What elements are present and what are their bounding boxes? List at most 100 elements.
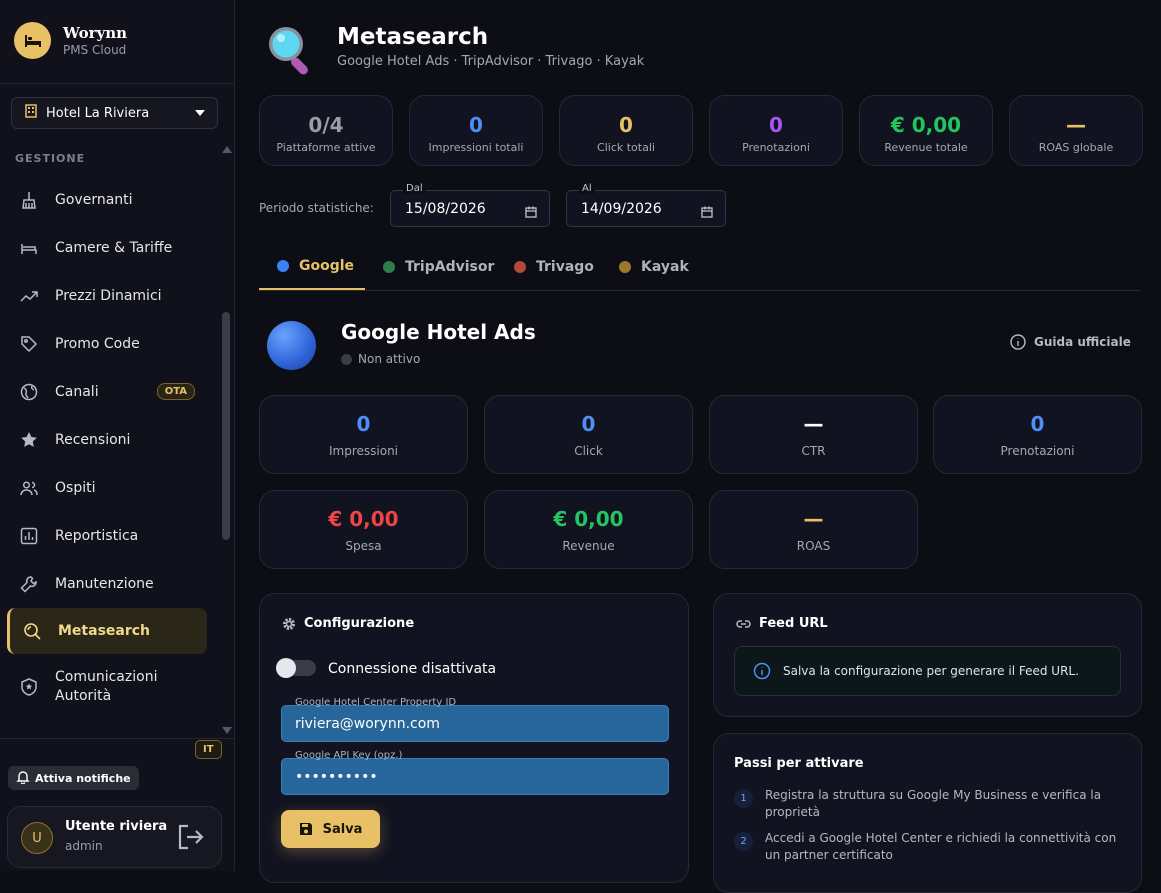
kpi-value: 0 bbox=[769, 113, 783, 137]
kpi-label: Prenotazioni bbox=[742, 141, 810, 154]
logout-icon[interactable] bbox=[176, 822, 206, 856]
sidebar-item-label: Reportistica bbox=[55, 528, 139, 544]
brand-subtitle: PMS Cloud bbox=[63, 42, 127, 57]
kpi-card: — ROAS globale bbox=[1009, 95, 1143, 166]
kpi-card: 0 Impressioni totali bbox=[409, 95, 543, 166]
date-to-value: 14/09/2026 bbox=[581, 201, 662, 217]
stat-card: 0 Click bbox=[484, 395, 693, 474]
tab-google[interactable]: Google bbox=[259, 244, 365, 290]
sidebar-item-promo-code[interactable]: Promo Code bbox=[0, 320, 215, 368]
kpi-card: 0 Prenotazioni bbox=[709, 95, 843, 166]
official-guide-link[interactable]: Guida ufficiale bbox=[1010, 334, 1131, 350]
kpi-label: Impressioni totali bbox=[428, 141, 524, 154]
scroll-up-arrow[interactable] bbox=[222, 146, 232, 153]
star-icon bbox=[20, 431, 38, 449]
sidebar-item-label: Ospiti bbox=[55, 480, 96, 496]
stat-value: 0 bbox=[581, 412, 596, 436]
kpi-label: Revenue totale bbox=[884, 141, 968, 154]
kpi-value: — bbox=[1066, 113, 1086, 137]
avatar[interactable]: U bbox=[21, 822, 53, 854]
connection-toggle[interactable] bbox=[276, 658, 316, 678]
main-content: Metasearch Google Hotel Ads · TripAdviso… bbox=[235, 0, 1161, 893]
config-card: Configurazione Connessione disattivata G… bbox=[259, 593, 689, 883]
info-icon bbox=[753, 662, 771, 680]
sidebar-item-ospiti[interactable]: Ospiti bbox=[0, 464, 215, 512]
trending-up-icon bbox=[20, 287, 38, 305]
date-from-value: 15/08/2026 bbox=[405, 201, 486, 217]
sidebar-item-label: Promo Code bbox=[55, 336, 140, 352]
feed-title: Feed URL bbox=[736, 616, 828, 631]
sidebar-item-reportistica[interactable]: Reportistica bbox=[0, 512, 215, 560]
bed-icon bbox=[20, 239, 38, 257]
calendar-icon[interactable] bbox=[525, 203, 537, 222]
page-subtitle: Google Hotel Ads · TripAdvisor · Trivago… bbox=[337, 54, 645, 69]
stat-card: € 0,00 Revenue bbox=[484, 490, 693, 569]
hotel-bed-icon bbox=[14, 22, 51, 59]
shield-icon bbox=[20, 678, 38, 696]
tripadvisor-dot-icon bbox=[383, 261, 395, 273]
stat-value: 0 bbox=[356, 412, 371, 436]
step-item: 2 Accedi a Google Hotel Center e richiedi… bbox=[734, 830, 1124, 864]
kpi-label: ROAS globale bbox=[1038, 141, 1114, 154]
wrench-icon bbox=[20, 575, 38, 593]
property-id-label: Google Hotel Center Property ID bbox=[295, 697, 457, 708]
property-id-field[interactable]: Google Hotel Center Property ID riviera@… bbox=[281, 697, 669, 742]
kpi-value: 0 bbox=[619, 113, 633, 137]
brand[interactable]: Worynn PMS Cloud bbox=[14, 22, 127, 59]
sidebar-item-manutenzione[interactable]: Manutenzione bbox=[0, 560, 215, 608]
chevron-down-icon bbox=[195, 110, 205, 116]
api-key-field[interactable]: Google API Key (opz.) •••••••••• bbox=[281, 750, 669, 795]
api-key-value: •••••••••• bbox=[295, 769, 378, 785]
magnifier-icon bbox=[265, 23, 319, 81]
hotel-select-value: Hotel La Riviera bbox=[46, 105, 150, 121]
divider bbox=[0, 83, 235, 84]
sidebar-item-recensioni[interactable]: Recensioni bbox=[0, 416, 215, 464]
sidebar-item-label: Canali bbox=[55, 384, 99, 400]
period-label: Periodo statistiche: bbox=[259, 201, 374, 215]
tab-tripadvisor[interactable]: TripAdvisor bbox=[383, 244, 494, 290]
scroll-down-arrow[interactable] bbox=[222, 727, 232, 734]
config-title-label: Configurazione bbox=[304, 616, 415, 631]
sidebar-item-comunicazioni-autorita[interactable]: Comunicazioni Autorità bbox=[0, 654, 215, 720]
sidebar-item-camere-tariffe[interactable]: Camere & Tariffe bbox=[0, 224, 215, 272]
info-icon bbox=[1010, 334, 1026, 350]
chart-icon bbox=[20, 527, 38, 545]
link-icon bbox=[736, 619, 751, 628]
calendar-icon[interactable] bbox=[701, 203, 713, 222]
step-text: Registra la struttura su Google My Busin… bbox=[765, 788, 1102, 819]
tab-kayak[interactable]: Kayak bbox=[619, 244, 689, 290]
stat-label: CTR bbox=[801, 444, 826, 458]
feed-url-card: Feed URL Salva la configurazione per gen… bbox=[713, 593, 1142, 717]
date-from-field[interactable]: Dal 15/08/2026 bbox=[390, 183, 550, 227]
sidebar-item-prezzi-dinamici[interactable]: Prezzi Dinamici bbox=[0, 272, 215, 320]
hotel-select[interactable]: Hotel La Riviera bbox=[11, 97, 218, 129]
sidebar-item-canali[interactable]: Canali OTA bbox=[0, 368, 215, 416]
stat-card: — ROAS bbox=[709, 490, 918, 569]
date-from-caption: Dal bbox=[403, 183, 426, 194]
tab-trivago[interactable]: Trivago bbox=[514, 244, 594, 290]
save-button[interactable]: Salva bbox=[281, 810, 380, 848]
broom-icon bbox=[20, 191, 38, 209]
date-to-field[interactable]: Al 14/09/2026 bbox=[566, 183, 726, 227]
tab-label: Google bbox=[299, 258, 355, 274]
kpi-value: 0/4 bbox=[308, 113, 344, 137]
stat-label: Spesa bbox=[345, 539, 382, 553]
users-icon bbox=[20, 479, 38, 497]
language-badge[interactable]: IT bbox=[195, 740, 222, 759]
sidebar-item-label: Prezzi Dinamici bbox=[55, 288, 162, 304]
stat-label: Click bbox=[574, 444, 603, 458]
kpi-row: 0/4 Piattaforme attive 0 Impressioni total… bbox=[259, 95, 1143, 166]
sidebar-item-governanti[interactable]: Governanti bbox=[0, 176, 215, 224]
sidebar-item-metasearch[interactable]: Metasearch bbox=[7, 608, 207, 654]
step-number: 1 bbox=[734, 789, 753, 808]
tab-label: TripAdvisor bbox=[405, 259, 495, 275]
official-guide-label: Guida ufficiale bbox=[1034, 335, 1131, 349]
enable-notifications-button[interactable]: Attiva notifiche bbox=[8, 766, 139, 790]
step-number: 2 bbox=[734, 832, 753, 851]
search-globe-icon bbox=[23, 622, 41, 640]
bell-icon bbox=[16, 770, 30, 787]
sidebar-scrollbar[interactable] bbox=[222, 312, 230, 540]
enable-notifications-label: Attiva notifiche bbox=[35, 771, 131, 785]
stat-value: 0 bbox=[1030, 412, 1045, 436]
stat-value: € 0,00 bbox=[553, 507, 624, 531]
